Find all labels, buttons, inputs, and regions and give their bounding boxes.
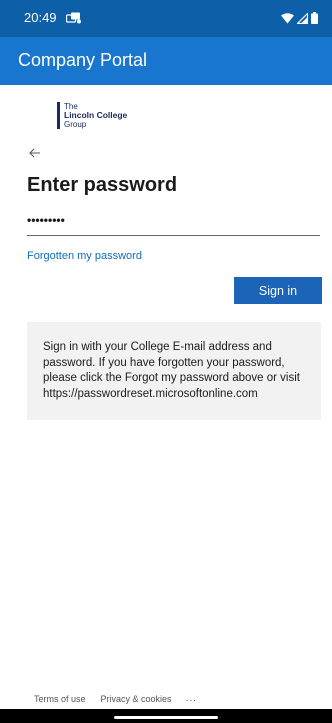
terms-link[interactable]: Terms of use <box>34 694 86 704</box>
status-bar: 20:49 <box>0 0 332 37</box>
status-icons <box>281 11 318 29</box>
privacy-link[interactable]: Privacy & cookies <box>101 694 172 704</box>
page-title: Enter password <box>27 174 178 196</box>
info-box: Sign in with your College E-mail address… <box>27 322 321 420</box>
app-bar: Company Portal <box>0 37 332 85</box>
home-gesture-handle[interactable] <box>114 716 218 719</box>
logo-bar <box>57 102 60 129</box>
navigation-bar <box>0 709 332 723</box>
info-text: Sign in with your College E-mail address… <box>43 341 300 400</box>
logo-text: The Lincoln College Group <box>64 102 127 129</box>
logo-line-2: Lincoln College <box>64 110 128 120</box>
back-arrow-icon[interactable] <box>28 146 42 160</box>
more-options-button[interactable]: ... <box>186 693 197 704</box>
logo-line-3: Group <box>64 120 87 129</box>
app-title: Company Portal <box>18 50 148 70</box>
password-field[interactable] <box>27 205 320 236</box>
wifi-icon <box>281 11 294 29</box>
forgot-password-link[interactable]: Forgotten my password <box>27 250 142 262</box>
college-logo: The Lincoln College Group <box>57 102 127 129</box>
battery-icon <box>311 11 318 29</box>
status-time: 20:49 <box>24 10 57 25</box>
footer: Terms of use Privacy & cookies ... <box>34 693 197 704</box>
cellular-icon <box>296 11 309 29</box>
sign-in-button[interactable]: Sign in <box>234 277 322 304</box>
notification-icon <box>65 11 82 24</box>
